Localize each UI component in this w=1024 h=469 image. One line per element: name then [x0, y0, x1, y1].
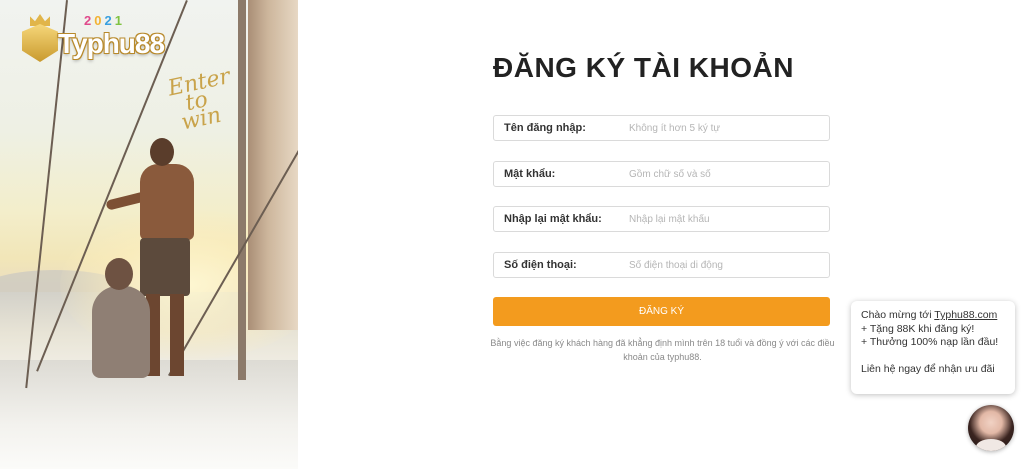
chat-popup[interactable]: Chào mừng tới Typhu88.com + Tặng 88K khi…	[851, 301, 1015, 394]
hero-boat-deck	[0, 360, 298, 469]
username-input[interactable]	[629, 119, 819, 137]
hero-woman-body	[92, 286, 150, 378]
phone-field: Số điện thoại:	[493, 252, 830, 278]
chat-promo-line: + Thưởng 100% nạp lần đầu!	[861, 336, 999, 348]
confirm-password-input[interactable]	[629, 210, 819, 228]
page-title: ĐĂNG KÝ TÀI KHOẢN	[493, 52, 794, 83]
chat-cta-line: Liên hệ ngay để nhận ưu đãi	[861, 362, 995, 375]
brand-logo[interactable]: 2 0 2 1 Typhu88	[22, 14, 192, 64]
terms-text: Bằng việc đăng ký khách hàng đã khẳng đị…	[470, 336, 855, 364]
password-input[interactable]	[629, 165, 819, 183]
hero-man-head	[150, 138, 174, 166]
logo-year-digit: 1	[114, 13, 122, 28]
confirm-password-label: Nhập lại mật khẩu:	[504, 213, 602, 225]
password-label: Mật khẩu:	[504, 168, 556, 180]
phone-label: Số điện thoại:	[504, 259, 577, 271]
logo-year: 2 0 2 1	[84, 14, 122, 27]
chat-greeting: Chào mừng tới Typhu88.com	[861, 309, 1005, 323]
chat-spacer	[861, 350, 1005, 363]
terms-line: Bằng việc đăng ký khách hàng đã khẳng đị…	[490, 338, 835, 348]
username-field: Tên đăng nhập:	[493, 115, 830, 141]
chat-greeting-prefix: Chào mừng tới	[861, 309, 935, 321]
hero-mast	[238, 0, 246, 380]
hero-woman-head	[105, 258, 133, 290]
chat-promo-line: + Tặng 88K khi đăng ký!	[861, 322, 975, 335]
confirm-password-field: Nhập lại mật khẩu:	[493, 206, 830, 232]
hero-man-leg	[170, 294, 184, 376]
register-page: Enter to win 2 0 2 1 Typhu88 ĐĂNG KÝ TÀI…	[0, 0, 1024, 469]
shield-icon	[22, 24, 58, 62]
logo-text: Typhu88	[58, 28, 165, 59]
terms-line: khoản của typhu88.	[623, 352, 702, 362]
hero-man-body	[140, 164, 194, 240]
site-link[interactable]: Typhu88.com	[934, 309, 997, 321]
hero-man-shorts	[140, 238, 190, 296]
register-button[interactable]: ĐĂNG KÝ	[493, 297, 830, 326]
chat-avatar-button[interactable]	[968, 405, 1014, 451]
password-field: Mật khẩu:	[493, 161, 830, 187]
logo-year-digit: 2	[84, 13, 92, 28]
username-label: Tên đăng nhập:	[504, 122, 586, 134]
logo-year-digit: 2	[104, 13, 112, 28]
phone-input[interactable]	[629, 256, 819, 274]
logo-year-digit: 0	[94, 13, 102, 28]
hero-image: Enter to win	[0, 0, 298, 469]
